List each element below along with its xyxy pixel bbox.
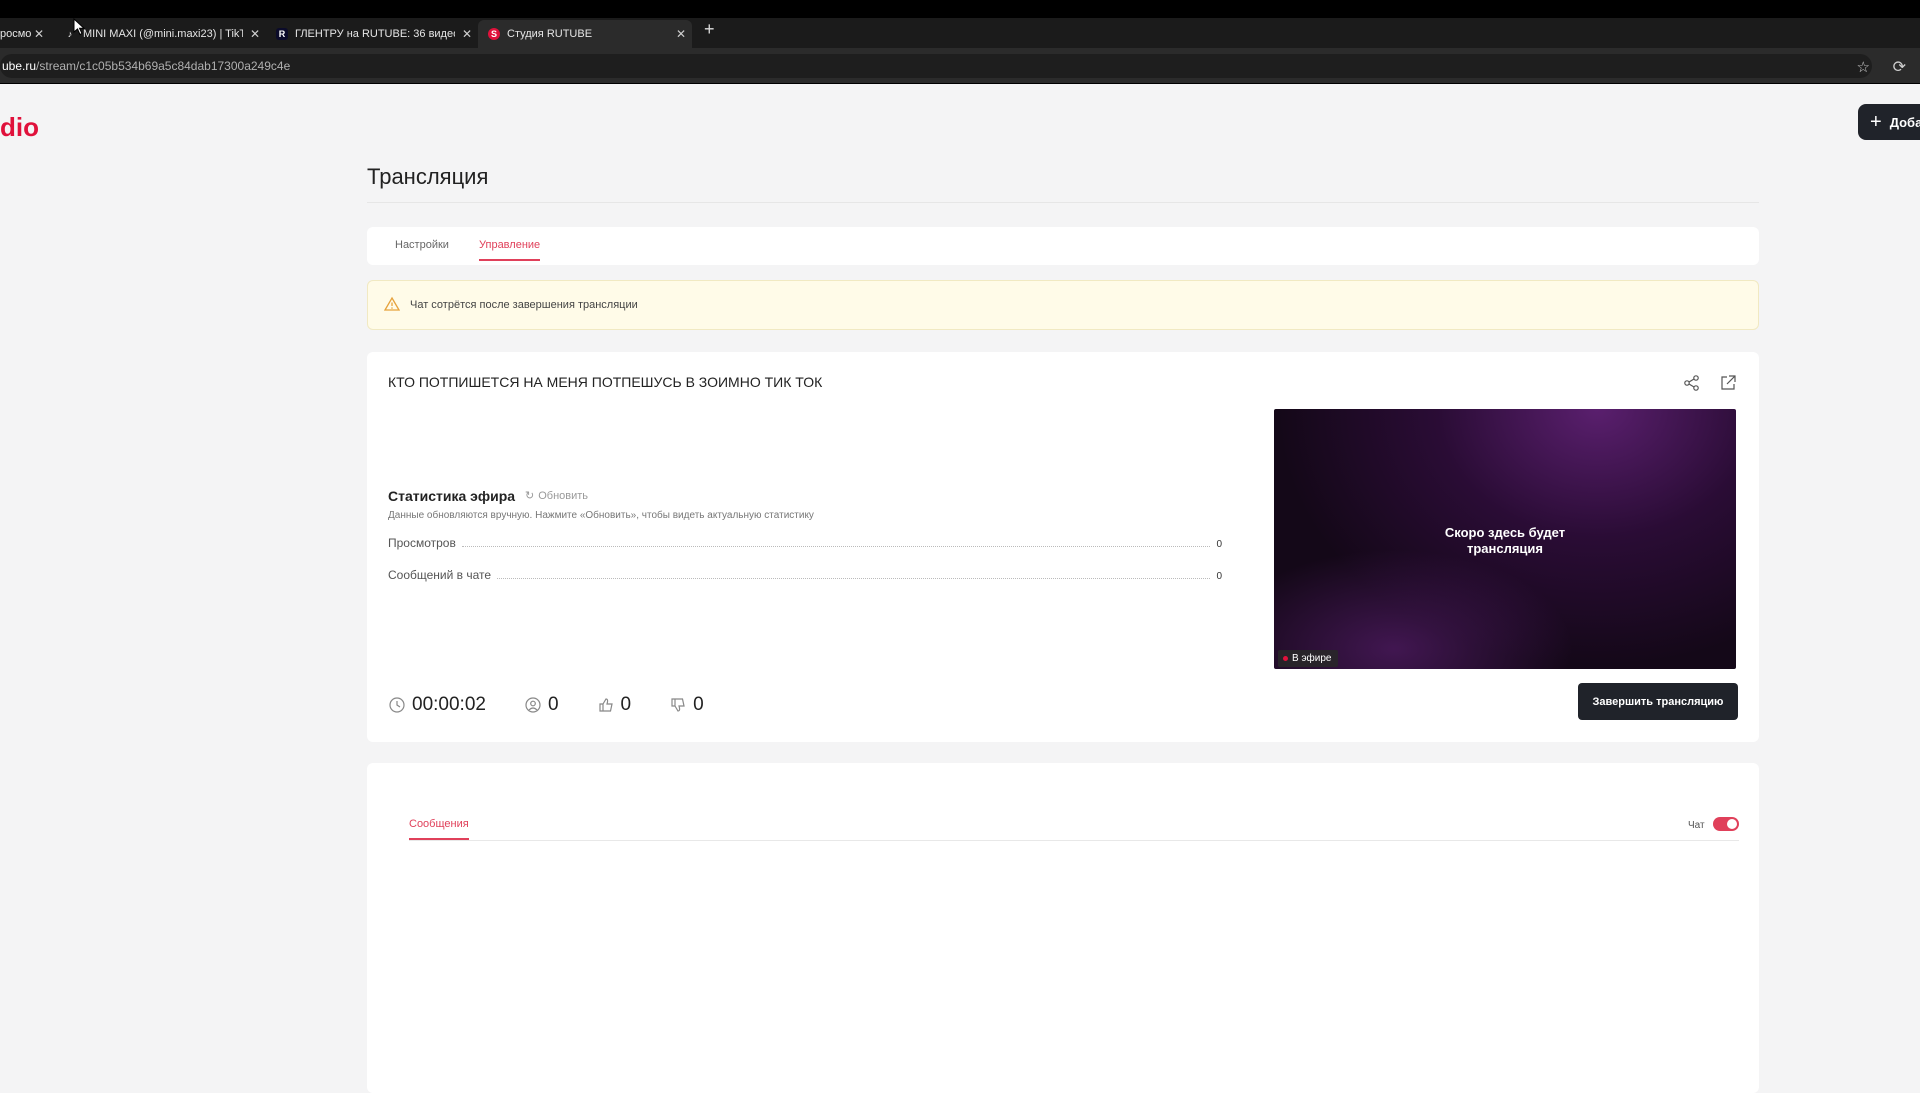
tab-management[interactable]: Управление bbox=[479, 239, 541, 261]
likes-value: 0 bbox=[620, 694, 632, 715]
stats-heading: Статистика эфира bbox=[388, 488, 516, 504]
dislikes-value: 0 bbox=[693, 694, 704, 715]
page-title: Трансляция bbox=[367, 164, 489, 189]
browser-tab[interactable]: росмо ✕ bbox=[0, 20, 50, 48]
warning-icon bbox=[384, 296, 400, 311]
duration-counter: 00:00:02 bbox=[388, 694, 486, 716]
plus-icon: + bbox=[1870, 110, 1882, 133]
refresh-icon: ↻ bbox=[525, 490, 535, 502]
add-button-label: Доба bbox=[1889, 114, 1920, 130]
warning-banner: Чат сотрётся после завершения трансляции bbox=[367, 280, 1759, 330]
stat-value: 0 bbox=[1216, 571, 1222, 582]
video-player[interactable]: Скоро здесь будет трансляция В эфире bbox=[1274, 409, 1736, 669]
viewer-icon bbox=[525, 697, 541, 713]
divider bbox=[367, 202, 1759, 203]
address-bar: ube.ru/stream/c1c05b534b69a5c84dab17300a… bbox=[0, 48, 1920, 84]
url-input[interactable]: ube.ru/stream/c1c05b534b69a5c84dab17300a… bbox=[0, 54, 1872, 78]
thumbs-up-icon bbox=[598, 698, 613, 712]
add-button[interactable]: + Доба bbox=[1858, 104, 1920, 140]
rutube-icon: R bbox=[276, 28, 288, 40]
stat-value: 0 bbox=[1216, 539, 1222, 550]
rutube-studio-icon: S bbox=[488, 28, 500, 40]
refresh-label: Обновить bbox=[538, 489, 589, 502]
end-stream-button[interactable]: Завершить трансляцию bbox=[1578, 683, 1738, 720]
tab-title: MINI MAXI (@mini.maxi23) | TikT bbox=[83, 28, 243, 40]
divider bbox=[409, 840, 1739, 841]
browser-tab[interactable]: ♪ MINI MAXI (@mini.maxi23) | TikT ✕ bbox=[54, 20, 266, 48]
stat-label: Просмотров bbox=[388, 536, 456, 550]
browser-tab-active[interactable]: S Студия RUTUBE ✕ bbox=[478, 20, 692, 48]
chat-card: Сообщения Чат bbox=[367, 763, 1759, 1093]
new-tab-icon[interactable]: + bbox=[704, 19, 715, 40]
tab-title: Студия RUTUBE bbox=[507, 28, 593, 40]
browser-tabstrip: росмо ✕ ♪ MINI MAXI (@mini.maxi23) | Tik… bbox=[0, 18, 1920, 48]
clock-icon bbox=[389, 697, 405, 713]
external-link-icon[interactable] bbox=[1719, 374, 1737, 392]
thumbs-down-icon bbox=[671, 698, 685, 712]
tab-settings[interactable]: Настройки bbox=[395, 239, 449, 251]
stream-card: КТО ПОТПИШЕТСЯ НА МЕНЯ ПОТПЕШУСЬ В ЗОИМН… bbox=[367, 352, 1759, 742]
window-titlebar bbox=[0, 0, 1920, 18]
dislikes-counter: 0 bbox=[669, 694, 704, 716]
bookmark-star-icon[interactable]: ☆ bbox=[1857, 58, 1870, 76]
viewers-counter: 0 bbox=[524, 694, 559, 716]
stream-title: КТО ПОТПИШЕТСЯ НА МЕНЯ ПОТПЕШУСЬ В ЗОИМН… bbox=[388, 374, 823, 390]
page-tabs: Настройки Управление bbox=[367, 227, 1759, 265]
close-icon[interactable]: ✕ bbox=[250, 27, 260, 41]
likes-counter: 0 bbox=[597, 694, 632, 716]
browser-tab[interactable]: R ГЛЕНТРУ на RUTUBE: 36 видео - ✕ bbox=[266, 20, 478, 48]
viewers-value: 0 bbox=[547, 694, 559, 715]
logo[interactable]: dio bbox=[0, 112, 39, 143]
tab-title: ГЛЕНТРУ на RUTUBE: 36 видео - bbox=[295, 28, 455, 40]
close-icon[interactable]: ✕ bbox=[34, 27, 44, 41]
refresh-button[interactable]: ↻ Обновить bbox=[525, 489, 589, 503]
stats-note: Данные обновляются вручную. Нажмите «Обн… bbox=[388, 510, 814, 521]
stat-label: Сообщений в чате bbox=[388, 568, 492, 582]
warning-text: Чат сотрётся после завершения трансляции bbox=[410, 299, 638, 311]
share-icon[interactable] bbox=[1683, 374, 1701, 392]
duration-value: 00:00:02 bbox=[412, 694, 486, 715]
stream-counters: 00:00:02 0 0 0 bbox=[388, 694, 742, 716]
tab-title: росмо bbox=[0, 28, 32, 40]
tab-messages[interactable]: Сообщения bbox=[409, 818, 469, 840]
chat-toggle[interactable] bbox=[1713, 817, 1739, 831]
close-icon[interactable]: ✕ bbox=[676, 27, 686, 41]
stat-row-views: Просмотров 0 bbox=[388, 536, 1222, 550]
mouse-cursor-icon bbox=[73, 18, 85, 36]
live-badge: В эфире bbox=[1278, 650, 1338, 667]
extensions-icon[interactable]: ⟳ bbox=[1893, 57, 1906, 77]
close-icon[interactable]: ✕ bbox=[462, 27, 472, 41]
chat-toggle-label: Чат bbox=[1688, 820, 1705, 831]
stat-row-messages: Сообщений в чате 0 bbox=[388, 568, 1222, 582]
player-placeholder: Скоро здесь будет трансляция bbox=[1444, 525, 1566, 556]
